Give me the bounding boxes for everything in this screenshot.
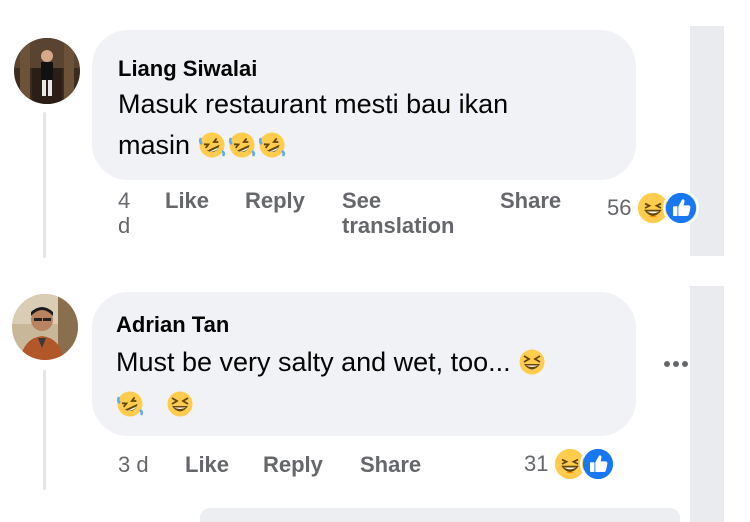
see-translation-line: translation	[342, 213, 455, 238]
comment-text: masin	[118, 125, 288, 166]
comment-timestamp[interactable]: 3 d	[118, 452, 149, 477]
grinning-squinting-face-icon	[166, 390, 194, 418]
reply-button[interactable]: Reply	[245, 188, 305, 213]
rolling-on-floor-laughing-icon	[258, 131, 286, 159]
share-button[interactable]: Share	[500, 188, 561, 213]
comment-text-line: Must be very salty and wet, too...	[116, 347, 511, 377]
comment-author[interactable]: Liang Siwalai	[118, 56, 257, 82]
comment-text: Must be very salty and wet, too...	[116, 342, 548, 383]
scrollbar-track[interactable]	[690, 286, 724, 522]
see-translation-line: See	[342, 188, 382, 213]
comment-author[interactable]: Adrian Tan	[116, 312, 229, 338]
reaction-count: 56	[607, 195, 632, 220]
thread-line	[43, 112, 46, 258]
avatar[interactable]	[14, 38, 80, 104]
rolling-on-floor-laughing-icon	[198, 131, 226, 159]
like-button[interactable]: Like	[185, 452, 229, 477]
like-button[interactable]: Like	[165, 188, 209, 213]
comment-text-line: Masuk restaurant mesti bau ikan	[118, 89, 509, 119]
reaction-summary[interactable]: 56	[607, 190, 700, 226]
like-reaction-icon	[663, 190, 700, 226]
grinning-squinting-face-icon	[518, 348, 546, 376]
reaction-count: 31	[524, 451, 549, 476]
timestamp-line: 4	[118, 188, 131, 213]
like-reaction-icon	[580, 446, 617, 482]
rolling-on-floor-laughing-icon	[116, 390, 144, 418]
next-comment-edge	[200, 508, 680, 522]
timestamp-line: d	[118, 213, 131, 238]
avatar[interactable]	[12, 294, 78, 360]
more-options-button[interactable]	[656, 344, 696, 384]
rolling-on-floor-laughing-icon	[228, 131, 256, 159]
reply-button[interactable]: Reply	[263, 452, 323, 477]
reaction-summary[interactable]: 31	[524, 446, 617, 482]
comment-text-line: masin	[118, 130, 191, 160]
thread-line	[43, 370, 46, 490]
comment-text	[116, 384, 196, 425]
comment-text: Masuk restaurant mesti bau ikan	[118, 84, 508, 125]
more-horizontal-icon	[664, 361, 688, 367]
see-translation-button[interactable]: See translation	[342, 188, 454, 238]
share-button[interactable]: Share	[360, 452, 421, 477]
comment-timestamp[interactable]: 4 d	[118, 188, 130, 238]
